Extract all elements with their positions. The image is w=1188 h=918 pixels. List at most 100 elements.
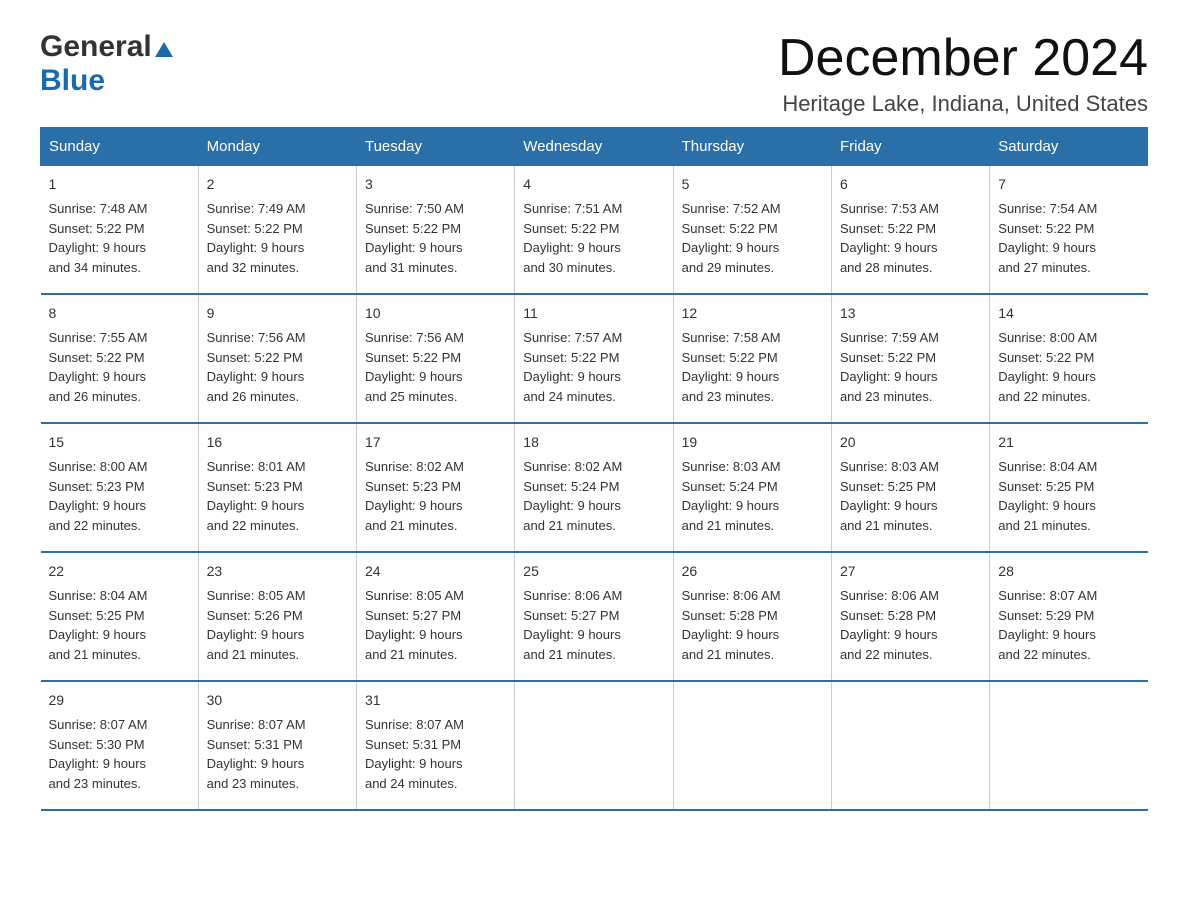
day-info: Sunrise: 8:04 AMSunset: 5:25 PMDaylight:… bbox=[998, 457, 1139, 535]
day-number: 20 bbox=[840, 432, 981, 453]
logo-blue: Blue bbox=[40, 64, 105, 97]
day-info: Sunrise: 7:54 AMSunset: 5:22 PMDaylight:… bbox=[998, 199, 1139, 277]
calendar-cell: 28 Sunrise: 8:07 AMSunset: 5:29 PMDayligh… bbox=[990, 552, 1148, 681]
title-block: December 2024 Heritage Lake, Indiana, Un… bbox=[778, 30, 1148, 117]
calendar-cell: 25 Sunrise: 8:06 AMSunset: 5:27 PMDayligh… bbox=[515, 552, 673, 681]
day-info: Sunrise: 8:06 AMSunset: 5:28 PMDaylight:… bbox=[840, 586, 981, 664]
subtitle: Heritage Lake, Indiana, United States bbox=[778, 91, 1148, 117]
calendar-week-row: 8Sunrise: 7:55 AMSunset: 5:22 PMDaylight… bbox=[41, 294, 1148, 423]
day-number: 18 bbox=[523, 432, 664, 453]
day-number: 10 bbox=[365, 303, 506, 324]
day-info: Sunrise: 7:58 AMSunset: 5:22 PMDaylight:… bbox=[682, 328, 823, 406]
calendar-cell: 30Sunrise: 8:07 AMSunset: 5:31 PMDayligh… bbox=[198, 681, 356, 810]
calendar-cell: 31 Sunrise: 8:07 AMSunset: 5:31 PMDayligh… bbox=[356, 681, 514, 810]
calendar-cell bbox=[515, 681, 673, 810]
calendar-cell: 7 Sunrise: 7:54 AMSunset: 5:22 PMDaylight… bbox=[990, 166, 1148, 295]
day-number: 19 bbox=[682, 432, 823, 453]
day-number: 16 bbox=[207, 432, 348, 453]
day-number: 1 bbox=[49, 174, 190, 195]
day-number: 12 bbox=[682, 303, 823, 324]
calendar-cell: 3Sunrise: 7:50 AMSunset: 5:22 PMDaylight… bbox=[356, 166, 514, 295]
calendar-cell: 20 Sunrise: 8:03 AMSunset: 5:25 PMDayligh… bbox=[831, 423, 989, 552]
day-info: Sunrise: 8:06 AMSunset: 5:27 PMDaylight:… bbox=[523, 586, 664, 664]
day-number: 28 bbox=[998, 561, 1139, 582]
day-info: Sunrise: 8:07 AMSunset: 5:29 PMDaylight:… bbox=[998, 586, 1139, 664]
day-number: 21 bbox=[998, 432, 1139, 453]
day-info: Sunrise: 8:03 AMSunset: 5:25 PMDaylight:… bbox=[840, 457, 981, 535]
day-info: Sunrise: 7:49 AMSunset: 5:22 PMDaylight:… bbox=[207, 199, 348, 277]
day-info: Sunrise: 7:57 AMSunset: 5:22 PMDaylight:… bbox=[523, 328, 664, 406]
calendar-cell: 8Sunrise: 7:55 AMSunset: 5:22 PMDaylight… bbox=[41, 294, 199, 423]
day-info: Sunrise: 7:56 AMSunset: 5:22 PMDaylight:… bbox=[365, 328, 506, 406]
day-number: 23 bbox=[207, 561, 348, 582]
day-number: 31 bbox=[365, 690, 506, 711]
day-info: Sunrise: 8:00 AMSunset: 5:23 PMDaylight:… bbox=[49, 457, 190, 535]
calendar-cell: 9 Sunrise: 7:56 AMSunset: 5:22 PMDaylight… bbox=[198, 294, 356, 423]
day-info: Sunrise: 8:01 AMSunset: 5:23 PMDaylight:… bbox=[207, 457, 348, 535]
logo: General Blue bbox=[40, 30, 173, 98]
day-number: 2 bbox=[207, 174, 348, 195]
calendar-cell: 6 Sunrise: 7:53 AMSunset: 5:22 PMDaylight… bbox=[831, 166, 989, 295]
logo-general: General bbox=[40, 30, 152, 64]
calendar-header-wednesday: Wednesday bbox=[515, 128, 673, 166]
calendar-week-row: 1 Sunrise: 7:48 AMSunset: 5:22 PMDaylight… bbox=[41, 166, 1148, 295]
day-info: Sunrise: 7:51 AMSunset: 5:22 PMDaylight:… bbox=[523, 199, 664, 277]
calendar-cell: 21 Sunrise: 8:04 AMSunset: 5:25 PMDayligh… bbox=[990, 423, 1148, 552]
calendar-cell: 14Sunrise: 8:00 AMSunset: 5:22 PMDayligh… bbox=[990, 294, 1148, 423]
calendar-cell: 17 Sunrise: 8:02 AMSunset: 5:23 PMDayligh… bbox=[356, 423, 514, 552]
day-number: 24 bbox=[365, 561, 506, 582]
day-number: 27 bbox=[840, 561, 981, 582]
day-info: Sunrise: 8:05 AMSunset: 5:27 PMDaylight:… bbox=[365, 586, 506, 664]
calendar-cell bbox=[990, 681, 1148, 810]
day-info: Sunrise: 8:02 AMSunset: 5:23 PMDaylight:… bbox=[365, 457, 506, 535]
day-number: 29 bbox=[49, 690, 190, 711]
day-info: Sunrise: 7:59 AMSunset: 5:22 PMDaylight:… bbox=[840, 328, 981, 406]
calendar-cell: 24 Sunrise: 8:05 AMSunset: 5:27 PMDayligh… bbox=[356, 552, 514, 681]
day-info: Sunrise: 7:56 AMSunset: 5:22 PMDaylight:… bbox=[207, 328, 348, 406]
day-info: Sunrise: 8:03 AMSunset: 5:24 PMDaylight:… bbox=[682, 457, 823, 535]
day-info: Sunrise: 7:50 AMSunset: 5:22 PMDaylight:… bbox=[365, 199, 506, 277]
calendar-cell: 15 Sunrise: 8:00 AMSunset: 5:23 PMDayligh… bbox=[41, 423, 199, 552]
calendar-cell: 16 Sunrise: 8:01 AMSunset: 5:23 PMDayligh… bbox=[198, 423, 356, 552]
calendar-week-row: 22Sunrise: 8:04 AMSunset: 5:25 PMDayligh… bbox=[41, 552, 1148, 681]
calendar-cell: 1 Sunrise: 7:48 AMSunset: 5:22 PMDaylight… bbox=[41, 166, 199, 295]
page-header: General Blue December 2024 Heritage Lake… bbox=[40, 30, 1148, 117]
day-number: 7 bbox=[998, 174, 1139, 195]
calendar-cell bbox=[673, 681, 831, 810]
calendar-cell: 19 Sunrise: 8:03 AMSunset: 5:24 PMDayligh… bbox=[673, 423, 831, 552]
calendar-header-monday: Monday bbox=[198, 128, 356, 166]
day-info: Sunrise: 7:53 AMSunset: 5:22 PMDaylight:… bbox=[840, 199, 981, 277]
day-number: 25 bbox=[523, 561, 664, 582]
calendar-cell: 4 Sunrise: 7:51 AMSunset: 5:22 PMDaylight… bbox=[515, 166, 673, 295]
day-info: Sunrise: 7:52 AMSunset: 5:22 PMDaylight:… bbox=[682, 199, 823, 277]
day-info: Sunrise: 8:06 AMSunset: 5:28 PMDaylight:… bbox=[682, 586, 823, 664]
calendar-cell: 13 Sunrise: 7:59 AMSunset: 5:22 PMDayligh… bbox=[831, 294, 989, 423]
main-title: December 2024 bbox=[778, 30, 1148, 87]
calendar-table: SundayMondayTuesdayWednesdayThursdayFrid… bbox=[40, 127, 1148, 811]
day-info: Sunrise: 7:48 AMSunset: 5:22 PMDaylight:… bbox=[49, 199, 190, 277]
day-number: 15 bbox=[49, 432, 190, 453]
day-info: Sunrise: 8:00 AMSunset: 5:22 PMDaylight:… bbox=[998, 328, 1139, 406]
calendar-week-row: 15 Sunrise: 8:00 AMSunset: 5:23 PMDayligh… bbox=[41, 423, 1148, 552]
calendar-cell: 11Sunrise: 7:57 AMSunset: 5:22 PMDayligh… bbox=[515, 294, 673, 423]
calendar-cell: 5 Sunrise: 7:52 AMSunset: 5:22 PMDaylight… bbox=[673, 166, 831, 295]
day-number: 4 bbox=[523, 174, 664, 195]
day-number: 13 bbox=[840, 303, 981, 324]
calendar-cell: 29 Sunrise: 8:07 AMSunset: 5:30 PMDayligh… bbox=[41, 681, 199, 810]
calendar-header-friday: Friday bbox=[831, 128, 989, 166]
day-number: 5 bbox=[682, 174, 823, 195]
day-number: 6 bbox=[840, 174, 981, 195]
calendar-header-sunday: Sunday bbox=[41, 128, 199, 166]
day-info: Sunrise: 7:55 AMSunset: 5:22 PMDaylight:… bbox=[49, 328, 190, 406]
day-info: Sunrise: 8:07 AMSunset: 5:31 PMDaylight:… bbox=[207, 715, 348, 793]
day-number: 9 bbox=[207, 303, 348, 324]
day-number: 17 bbox=[365, 432, 506, 453]
calendar-header-saturday: Saturday bbox=[990, 128, 1148, 166]
calendar-cell: 27 Sunrise: 8:06 AMSunset: 5:28 PMDayligh… bbox=[831, 552, 989, 681]
calendar-header-tuesday: Tuesday bbox=[356, 128, 514, 166]
day-info: Sunrise: 8:07 AMSunset: 5:31 PMDaylight:… bbox=[365, 715, 506, 793]
calendar-cell: 2 Sunrise: 7:49 AMSunset: 5:22 PMDaylight… bbox=[198, 166, 356, 295]
day-info: Sunrise: 8:07 AMSunset: 5:30 PMDaylight:… bbox=[49, 715, 190, 793]
day-info: Sunrise: 8:04 AMSunset: 5:25 PMDaylight:… bbox=[49, 586, 190, 664]
calendar-cell: 12 Sunrise: 7:58 AMSunset: 5:22 PMDayligh… bbox=[673, 294, 831, 423]
